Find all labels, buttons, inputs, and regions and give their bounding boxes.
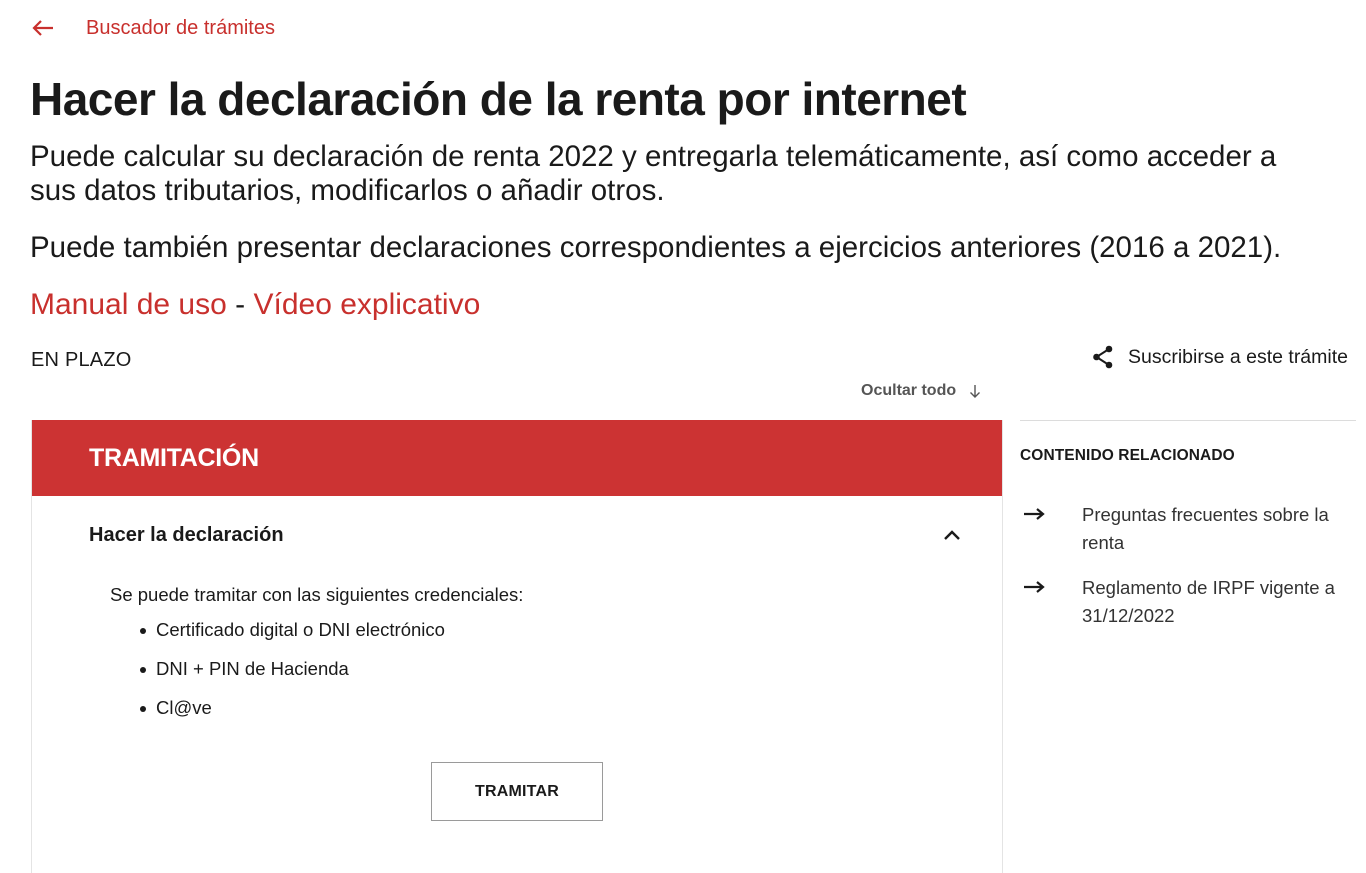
related-link-label: Reglamento de IRPF vigente a 31/12/2022	[1082, 577, 1335, 626]
chevron-up-icon[interactable]	[942, 525, 962, 545]
arrow-right-icon	[1024, 508, 1045, 520]
tramitar-button[interactable]: TRAMITAR	[431, 762, 603, 821]
back-link-label: Buscador de trámites	[86, 16, 275, 39]
related-link-label: Preguntas frecuentes sobre la renta	[1082, 504, 1329, 553]
video-link[interactable]: Vídeo explicativo	[253, 288, 480, 321]
panel-header[interactable]: TRAMITACIÓN	[32, 420, 1002, 496]
panel-header-title: TRAMITACIÓN	[89, 443, 259, 472]
share-icon	[1093, 345, 1113, 369]
help-links: Manual de uso - Vídeo explicativo	[30, 287, 480, 323]
back-link[interactable]: Buscador de trámites	[31, 16, 275, 40]
list-item: DNI + PIN de Hacienda	[110, 659, 1002, 698]
credentials-list: Certificado digital o DNI electrónico DN…	[110, 620, 1002, 737]
related-title: CONTENIDO RELACIONADO	[1020, 447, 1235, 464]
accordion-title: Hacer la declaración	[89, 523, 284, 546]
list-item: Cl@ve	[110, 698, 1002, 737]
list-item: Certificado digital o DNI electrónico	[110, 620, 1002, 659]
related-link-faq[interactable]: Preguntas frecuentes sobre la renta	[1020, 501, 1340, 557]
subscribe-label: Suscribirse a este trámite	[1128, 345, 1348, 368]
credentials-intro: Se puede tramitar con las siguientes cre…	[110, 584, 524, 605]
accordion-toggle[interactable]: Hacer la declaración	[32, 496, 1002, 574]
arrow-left-icon	[32, 20, 53, 36]
link-separator: -	[226, 288, 254, 321]
page-title: Hacer la declaración de la renta por int…	[30, 73, 967, 125]
status-label: EN PLAZO	[31, 349, 132, 371]
manual-link[interactable]: Manual de uso	[30, 288, 227, 321]
previous-years-paragraph: Puede también presentar declaraciones co…	[30, 231, 1282, 264]
arrow-down-icon	[970, 385, 981, 398]
related-content: CONTENIDO RELACIONADO Preguntas frecuent…	[1020, 420, 1356, 630]
description-paragraph: Puede calcular su declaración de renta 2…	[30, 140, 1277, 207]
arrow-right-icon	[1024, 581, 1045, 593]
subscribe-button[interactable]: Suscribirse a este trámite	[1092, 345, 1348, 369]
related-link-regulation[interactable]: Reglamento de IRPF vigente a 31/12/2022	[1020, 574, 1340, 630]
hide-all-toggle[interactable]: Ocultar todo	[861, 382, 982, 400]
hide-all-label: Ocultar todo	[861, 382, 957, 399]
accordion-body: Se puede tramitar con las siguientes cre…	[32, 584, 1002, 737]
